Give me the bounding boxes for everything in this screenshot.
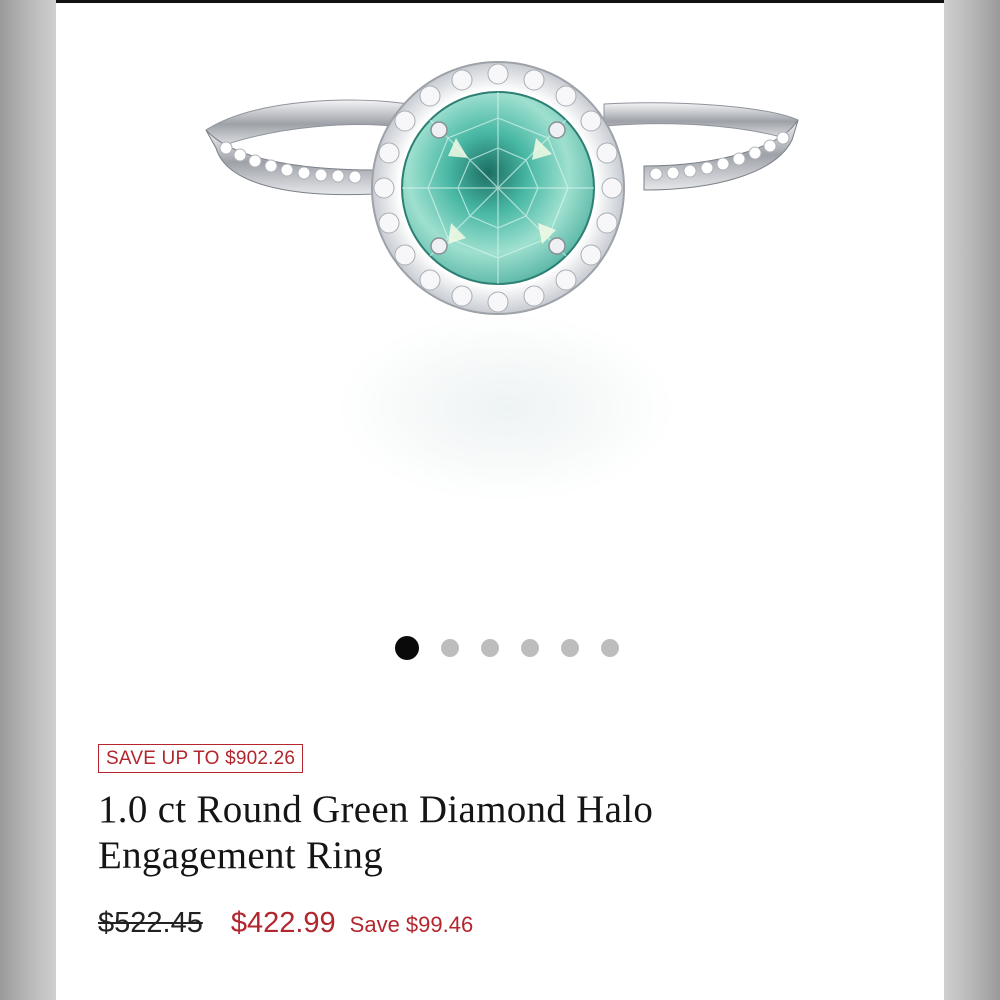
ring-band-back bbox=[205, 99, 409, 149]
product-page: SAVE UP TO $902.26 1.0 ct Round Green Di… bbox=[56, 0, 944, 1000]
price-row: $522.45 $422.99 Save $99.46 bbox=[98, 907, 898, 940]
product-details: SAVE UP TO $902.26 1.0 ct Round Green Di… bbox=[98, 744, 898, 940]
gem-facets bbox=[402, 92, 594, 284]
carousel-dot-6[interactable] bbox=[601, 639, 619, 657]
carousel-dot-1[interactable] bbox=[395, 636, 419, 660]
carousel-dot-5[interactable] bbox=[561, 639, 579, 657]
ring-band-back-right bbox=[603, 102, 799, 141]
savings-amount: Save $99.46 bbox=[349, 912, 474, 937]
carousel-dot-3[interactable] bbox=[481, 639, 499, 657]
product-image[interactable] bbox=[56, 8, 944, 608]
carousel-dot-2[interactable] bbox=[441, 639, 459, 657]
save-badge: SAVE UP TO $902.26 bbox=[98, 744, 304, 773]
original-price: $522.45 bbox=[98, 907, 203, 939]
ring-reflection bbox=[336, 313, 676, 503]
carousel-dot-4[interactable] bbox=[521, 639, 539, 657]
product-title: 1.0 ct Round Green Diamond Halo Engageme… bbox=[98, 787, 898, 879]
product-title-line-1: 1.0 ct Round Green Diamond Halo bbox=[98, 788, 654, 831]
sale-price: $422.99 bbox=[230, 907, 336, 939]
image-carousel-dots bbox=[56, 636, 944, 660]
top-border bbox=[56, 0, 944, 3]
product-title-line-2: Engagement Ring bbox=[98, 834, 384, 877]
